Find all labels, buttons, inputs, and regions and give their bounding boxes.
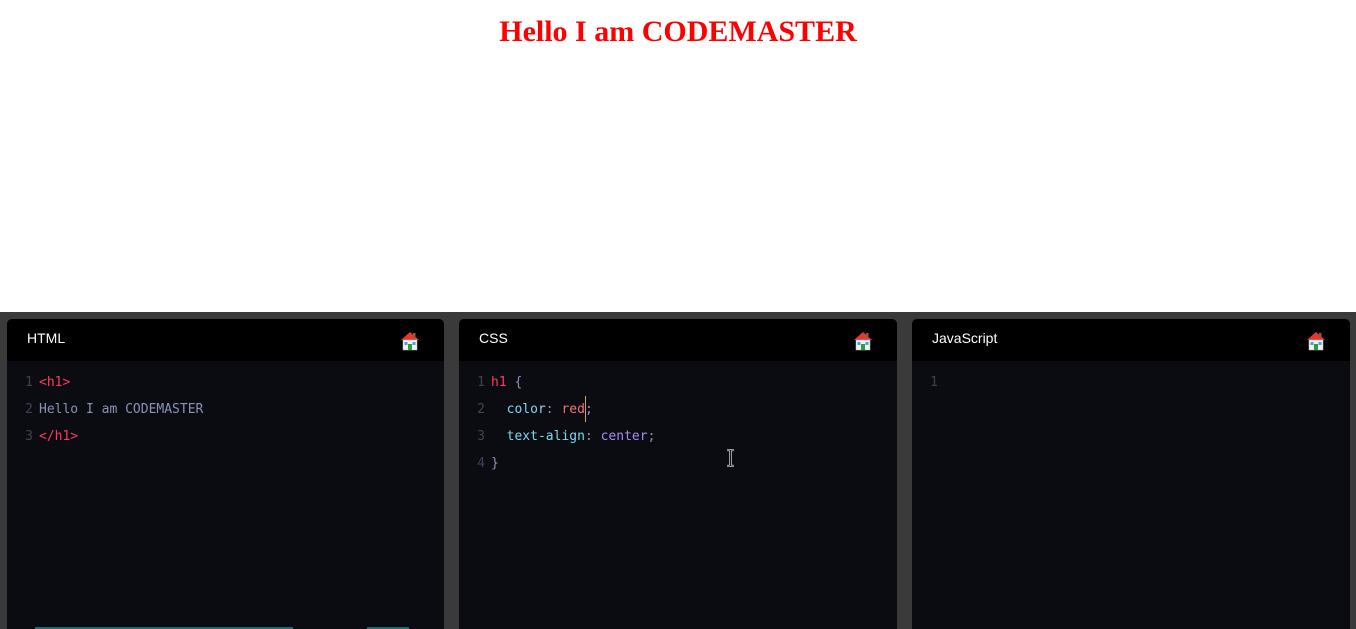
line-number: 3	[25, 429, 33, 444]
css-property: text-align	[506, 429, 585, 444]
code-line: 2 color: red;	[459, 395, 897, 423]
css-value: red	[561, 402, 585, 417]
code-token: ;	[584, 402, 593, 417]
html-code-area[interactable]: 1 <h1> 2 Hello I am CODEMASTER 3 </h1>	[7, 369, 444, 450]
code-token: }	[491, 456, 499, 471]
code-token: Hello I am CODEMASTER	[39, 402, 204, 417]
html-editor-pane[interactable]: HTML 1 <h1> 2 Hello I am CODEMASTER 3 </h1>	[7, 319, 444, 629]
code-line: 4}	[459, 450, 897, 477]
line-number: 1	[930, 375, 938, 390]
text-caret	[584, 395, 586, 422]
code-token: :	[545, 402, 562, 417]
output-preview: Hello I am CODEMASTER	[0, 0, 1356, 312]
code-line: 1 h1 {	[459, 369, 897, 396]
css-editor-pane[interactable]: CSS 1 h1 { 2 color: red; 3 text-align: ce…	[459, 319, 897, 629]
js-pane-title: JavaScript	[932, 330, 998, 346]
line-number: 2	[25, 402, 33, 417]
code-token: :	[584, 429, 601, 444]
line-number: 1	[477, 375, 485, 390]
home-icon[interactable]	[853, 331, 873, 351]
line-number: 3	[477, 429, 485, 444]
home-icon[interactable]	[400, 331, 420, 351]
css-selector: h1	[491, 375, 507, 390]
code-line: 2 Hello I am CODEMASTER	[7, 396, 444, 423]
ibeam-cursor-icon	[727, 449, 734, 467]
code-line: 1 <h1>	[7, 369, 444, 396]
home-icon[interactable]	[1306, 331, 1326, 351]
css-value: center	[600, 429, 648, 444]
css-pane-header: CSS	[459, 319, 897, 361]
html-pane-title: HTML	[27, 330, 66, 346]
js-editor-pane[interactable]: JavaScript 1	[912, 319, 1350, 629]
js-code-area[interactable]: 1	[912, 369, 1350, 396]
code-line: 1	[912, 369, 1350, 396]
css-property: color	[506, 402, 546, 417]
css-pane-title: CSS	[479, 330, 508, 346]
code-line: 3 </h1>	[7, 423, 444, 450]
css-code-area[interactable]: 1 h1 { 2 color: red; 3 text-align: center…	[459, 369, 897, 477]
code-token: {	[506, 375, 523, 390]
code-token: <h1>	[39, 375, 71, 390]
line-number: 1	[25, 375, 33, 390]
line-number: 2	[477, 402, 485, 417]
preview-heading: Hello I am CODEMASTER	[499, 15, 857, 48]
code-token: ;	[647, 429, 656, 444]
editor-area: HTML 1 <h1> 2 Hello I am CODEMASTER 3 </h1>	[0, 312, 1356, 629]
code-line: 3 text-align: center;	[459, 423, 897, 450]
line-number: 4	[477, 456, 485, 471]
js-pane-header: JavaScript	[912, 319, 1350, 361]
code-token: </h1>	[39, 429, 79, 444]
html-pane-header: HTML	[7, 319, 444, 361]
